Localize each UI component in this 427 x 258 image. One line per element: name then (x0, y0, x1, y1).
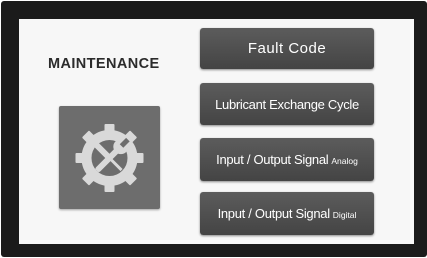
device-bezel: MAINTENANCE Fault Code Lubricant Exchang… (1, 1, 427, 257)
io-signal-digital-button[interactable]: Input / Output Signal Digital (200, 192, 374, 235)
wrench-gear-icon (75, 124, 144, 192)
io-signal-analog-sublabel: Analog (331, 155, 358, 166)
io-signal-digital-label: Input / Output Signal (217, 206, 331, 221)
io-signal-analog-label: Input / Output Signal (216, 152, 329, 167)
fault-code-button[interactable]: Fault Code (200, 28, 374, 69)
lubricant-exchange-cycle-label: Lubricant Exchange Cycle (215, 96, 359, 112)
fault-code-label: Fault Code (247, 40, 327, 57)
io-signal-analog-button[interactable]: Input / Output Signal Analog (200, 138, 374, 181)
lubricant-exchange-cycle-button[interactable]: Lubricant Exchange Cycle (200, 83, 374, 125)
maintenance-icon-tile (59, 106, 160, 209)
page-title: MAINTENANCE (48, 56, 160, 72)
io-signal-digital-sublabel: Digital (332, 209, 357, 220)
maintenance-screen: MAINTENANCE Fault Code Lubricant Exchang… (19, 19, 414, 244)
